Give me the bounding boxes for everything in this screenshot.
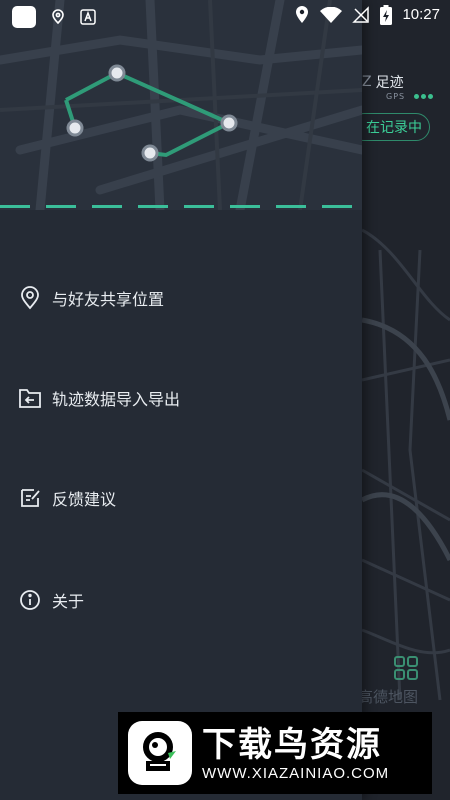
recording-status-button[interactable]: 在记录中	[350, 113, 430, 141]
status-time: 10:27	[402, 6, 440, 23]
navigation-drawer: 与好友共享位置 轨迹数据导入导出 反馈建议 关于	[0, 0, 362, 800]
brand-title: 足迹	[375, 75, 404, 91]
app-brand: Z 足迹 GPS	[362, 72, 433, 101]
gps-signal-dots	[414, 94, 433, 99]
wifi-icon	[320, 6, 343, 23]
info-icon	[18, 588, 42, 612]
watermark-title: 下载鸟资源	[202, 724, 382, 765]
menu-item-about[interactable]: 关于	[18, 585, 84, 615]
watermark-url: WWW.XIAZAINIAO.COM	[202, 764, 390, 782]
location-pin-icon	[18, 286, 42, 310]
feedback-edit-icon	[18, 486, 42, 510]
folder-import-icon	[18, 386, 42, 410]
app-icon	[12, 6, 36, 28]
amap-logo-label: 高德地图	[358, 688, 419, 706]
text-a-icon	[80, 9, 96, 25]
menu-item-label: 轨迹数据导入导出	[52, 390, 181, 409]
brand-gps: GPS	[386, 92, 406, 101]
brand-logo-icon: Z	[362, 74, 372, 90]
no-sim-icon	[352, 5, 370, 23]
menu-item-label: 与好友共享位置	[52, 290, 165, 309]
location-pin-icon	[50, 9, 66, 25]
battery-charging-icon	[380, 4, 393, 25]
watermark-banner: 下载鸟资源 WWW.XIAZAINIAO.COM	[118, 712, 432, 794]
menu-item-label: 反馈建议	[52, 490, 117, 509]
header-dashed-divider	[0, 205, 362, 208]
menu-item-share-location[interactable]: 与好友共享位置	[18, 283, 164, 313]
layers-grid-icon[interactable]	[393, 655, 419, 681]
menu-item-data-import-export[interactable]: 轨迹数据导入导出	[18, 383, 180, 413]
bird-logo-icon	[128, 721, 192, 785]
location-icon	[294, 5, 310, 23]
menu-item-feedback[interactable]: 反馈建议	[18, 483, 116, 513]
status-bar: 10:27	[0, 0, 450, 34]
menu-item-label: 关于	[52, 592, 85, 611]
